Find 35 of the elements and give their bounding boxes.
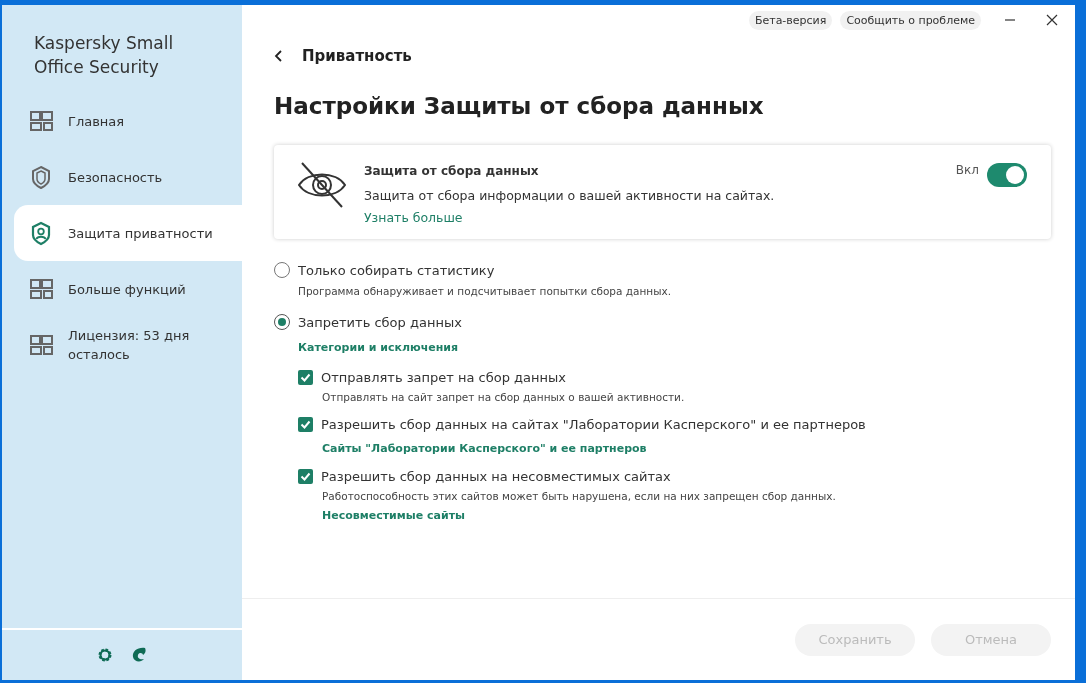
sites-link[interactable]: Сайты "Лаборатории Касперского" и ее партнеров: [322, 442, 1051, 455]
app-title: Kaspersky Small Office Security: [33, 32, 175, 79]
leaf-icon[interactable]: [130, 646, 148, 664]
option-description: Отправлять на сайт запрет на сбор данных о вашей активности.: [322, 391, 686, 403]
grid-icon: [28, 108, 54, 134]
radio-label: Запретить сбор данных: [298, 314, 462, 330]
checkbox-label: Отправлять запрет на сбор данных: [321, 369, 567, 385]
radio-label: Только собирать статистику: [298, 262, 495, 278]
grid-icon: [28, 276, 54, 302]
checkbox[interactable]: [298, 369, 313, 385]
sidebar-item[interactable]: Больше функций: [14, 261, 242, 317]
sites-link[interactable]: Несовместимые сайты: [322, 509, 1051, 522]
checkbox[interactable]: [298, 468, 313, 484]
checkbox-label: Разрешить сбор данных на несовместимых сайтах: [321, 468, 671, 484]
breadcrumb-title: Приватность: [302, 47, 412, 65]
back-icon[interactable]: [274, 50, 284, 62]
feature-title: Защита от сбора данных: [364, 164, 540, 178]
sidebar-item[interactable]: Защита приватности: [14, 205, 242, 261]
top-chip-button[interactable]: Бета-версия: [748, 10, 833, 30]
top-chip-button[interactable]: Сообщить о проблеме: [840, 10, 981, 30]
settings-link[interactable]: Категории и исключения: [298, 341, 1051, 354]
grid-icon: [28, 332, 54, 358]
sidebar-item[interactable]: Лицензия: 53 дня осталось: [14, 317, 242, 373]
sidebar-item[interactable]: Безопасность: [14, 149, 242, 205]
learn-more-link[interactable]: Узнать больше: [364, 210, 463, 225]
feature-description: Защита от сбора информации о вашей активности на сайтах.: [364, 188, 776, 203]
toggle-switch[interactable]: [987, 163, 1027, 187]
settings-icon[interactable]: [96, 646, 114, 664]
checkbox[interactable]: [298, 416, 313, 432]
option-description: Программа обнаруживает и подсчитывает попытки сбора данных.: [298, 285, 672, 297]
sidebar-item[interactable]: Главная: [14, 93, 242, 149]
toggle-label: Вкл: [955, 163, 979, 177]
option-description: Работоспособность этих сайтов может быть нарушена, если на них запрещен сбор данных.: [322, 490, 837, 502]
checkbox-label: Разрешить сбор данных на сайтах "Лаборатории Касперского" и ее партнеров: [321, 416, 866, 432]
page-title: Настройки Защиты от сбора данных: [274, 93, 765, 119]
